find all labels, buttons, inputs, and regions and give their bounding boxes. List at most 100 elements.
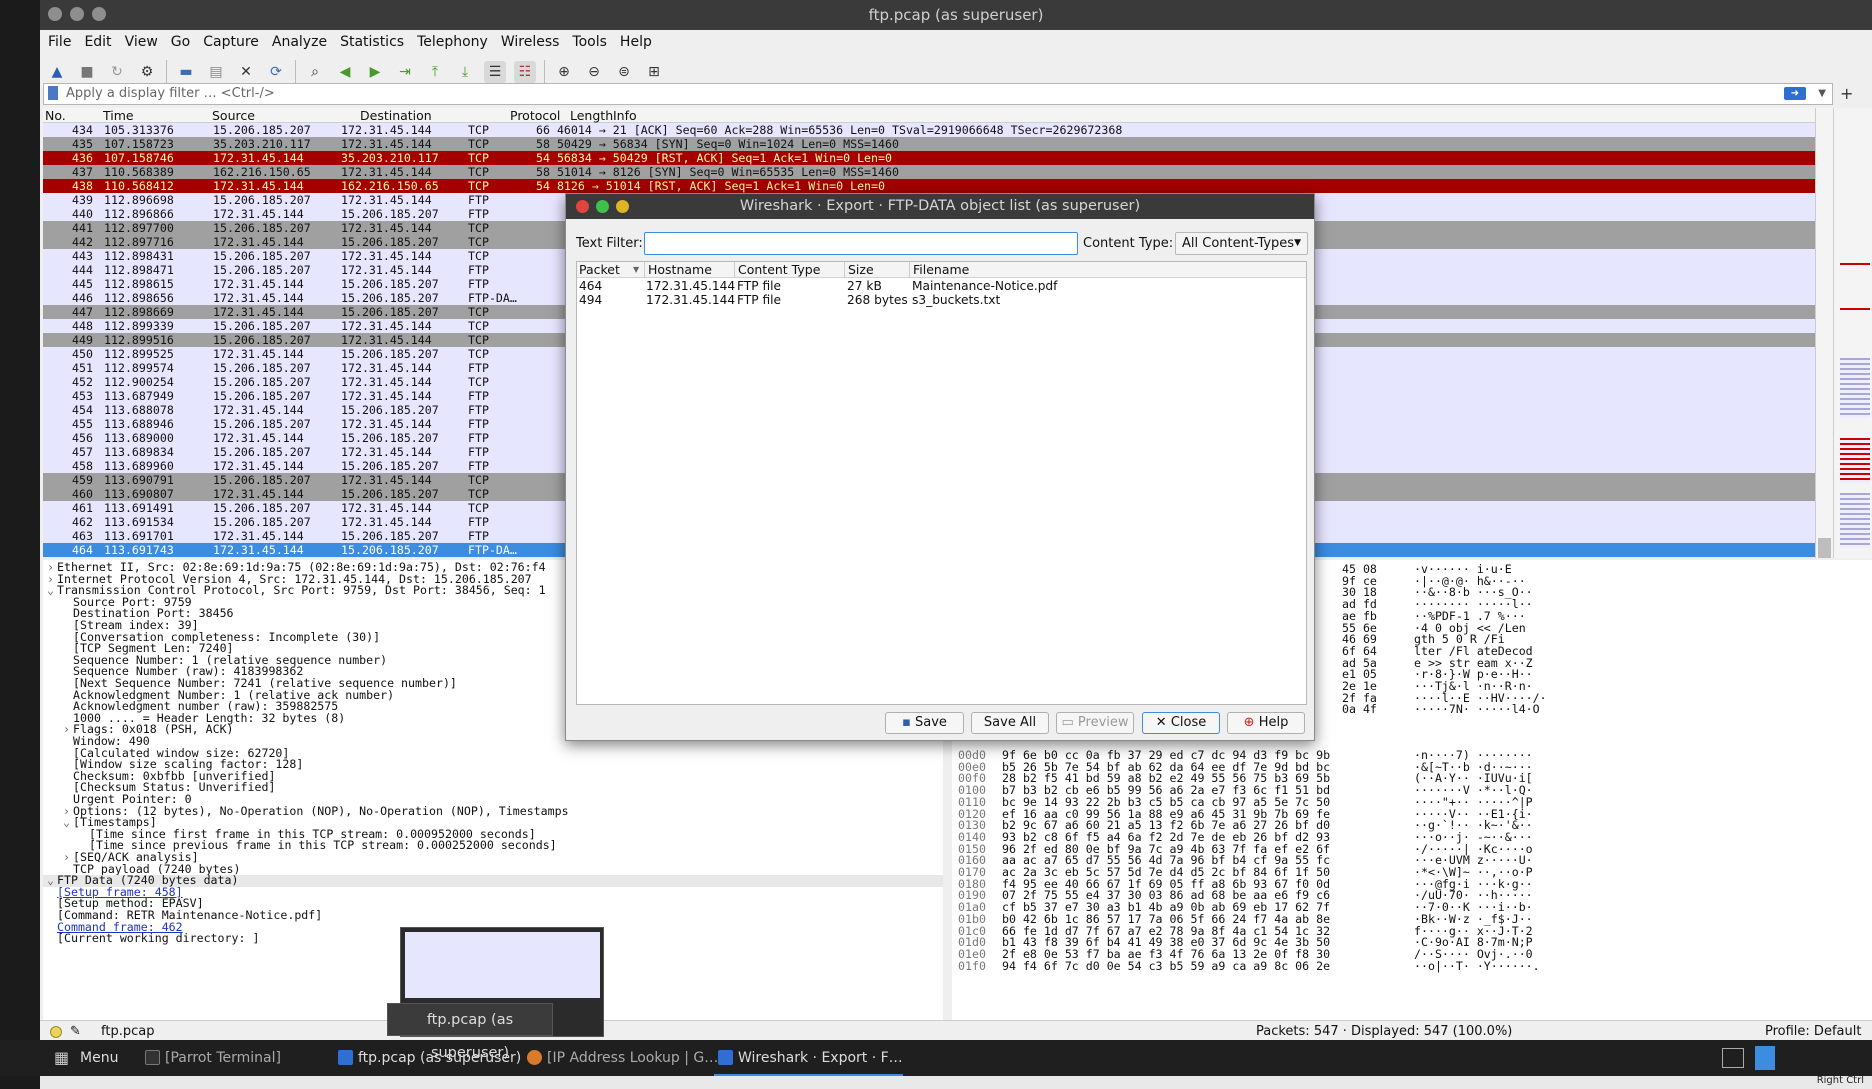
- taskbar-item-export-dialog[interactable]: Wireshark · Export · F…: [714, 1040, 903, 1076]
- object-row[interactable]: 494 172.31.45.144 FTP file 268 bytes s3_buck…: [577, 293, 1306, 307]
- stop-capture-icon[interactable]: ■: [76, 61, 98, 83]
- expand-toggle-icon[interactable]: ›: [63, 724, 70, 736]
- filter-dropdown-icon[interactable]: ▼: [1818, 84, 1826, 104]
- dialog-maximize-dot[interactable]: [596, 200, 609, 213]
- menu-file[interactable]: File: [48, 34, 71, 50]
- minimize-window-button[interactable]: [70, 7, 84, 21]
- menu-help[interactable]: Help: [620, 34, 652, 50]
- menu-view[interactable]: View: [125, 34, 158, 50]
- menu-capture[interactable]: Capture: [203, 34, 259, 50]
- open-file-icon[interactable]: ▬: [175, 61, 197, 83]
- find-packet-icon[interactable]: ⌕: [304, 61, 326, 83]
- save-button[interactable]: ▪ Save: [885, 712, 964, 734]
- go-back-icon[interactable]: ◀: [334, 61, 356, 83]
- go-forward-icon[interactable]: ▶: [364, 61, 386, 83]
- col-filename[interactable]: Filename: [909, 262, 969, 278]
- capture-options-icon[interactable]: ⚙: [136, 61, 158, 83]
- keyboard-tray-icon[interactable]: [1722, 1048, 1744, 1068]
- resize-columns-icon[interactable]: ⊞: [643, 61, 665, 83]
- add-filter-button-icon[interactable]: +: [1840, 84, 1853, 103]
- packet-dst: 172.31.45.144: [341, 515, 432, 529]
- packet-list-scrollbar[interactable]: [1815, 108, 1833, 558]
- packet-row[interactable]: 436 107.158746 172.31.45.144 35.203.210.117…: [43, 151, 1815, 165]
- autoscroll-icon[interactable]: ☰: [484, 61, 506, 83]
- expand-toggle-icon[interactable]: ⌄: [47, 585, 54, 597]
- text-filter-input[interactable]: [644, 232, 1078, 255]
- packet-no: 449: [72, 333, 93, 347]
- packet-no: 436: [72, 151, 93, 165]
- hex-ascii: ··o|··T· ·Y······.: [1414, 958, 1540, 973]
- content-type-select[interactable]: All Content-Types ▼: [1175, 232, 1308, 255]
- col-info[interactable]: Info: [613, 108, 637, 123]
- col-length[interactable]: Length: [570, 108, 613, 123]
- restart-capture-icon[interactable]: ↻: [106, 61, 128, 83]
- packet-dst: 15.206.185.207: [341, 207, 439, 221]
- packet-minimap[interactable]: [1833, 108, 1872, 558]
- close-button[interactable]: ✕ Close: [1142, 712, 1220, 734]
- packet-list-header: No. Time Source Destination Protocol Len…: [43, 108, 1815, 123]
- go-to-packet-icon[interactable]: ⇥: [394, 61, 416, 83]
- preview-content: [405, 932, 600, 998]
- packet-row[interactable]: 438 110.568412 172.31.45.144 162.216.150.65…: [43, 179, 1815, 193]
- packet-row[interactable]: 434 105.313376 15.206.185.207 172.31.45.144…: [43, 123, 1815, 137]
- menu-telephony[interactable]: Telephony: [417, 34, 488, 50]
- zoom-out-icon[interactable]: ⊖: [583, 61, 605, 83]
- taskbar-item-browser[interactable]: [IP Address Lookup | G…: [523, 1040, 718, 1076]
- packet-no: 464: [72, 543, 93, 557]
- menu-tools[interactable]: Tools: [572, 34, 607, 50]
- preview-button[interactable]: ▭ Preview: [1056, 712, 1134, 734]
- first-packet-icon[interactable]: ⤒: [424, 61, 446, 83]
- dialog-close-dot[interactable]: [576, 200, 589, 213]
- menu-analyze[interactable]: Analyze: [272, 34, 327, 50]
- col-size[interactable]: Size: [844, 262, 874, 278]
- menu-go[interactable]: Go: [171, 34, 190, 50]
- workspace-switcher-icon[interactable]: [1755, 1046, 1775, 1070]
- col-hostname[interactable]: Hostname: [644, 262, 712, 278]
- expand-toggle-icon[interactable]: ›: [63, 851, 70, 864]
- col-source[interactable]: Source: [212, 108, 255, 123]
- window-controls: [48, 7, 106, 21]
- save-all-button[interactable]: Save All: [971, 712, 1049, 734]
- object-content-type: FTP file: [737, 293, 782, 307]
- col-packet[interactable]: Packet: [579, 262, 620, 278]
- normal-size-icon[interactable]: ⊜: [613, 61, 635, 83]
- object-row[interactable]: 464 172.31.45.144 FTP file 27 kB Maintenance…: [577, 279, 1306, 293]
- packet-row[interactable]: 437 110.568389 162.216.150.65 172.31.45.144…: [43, 165, 1815, 179]
- apply-filter-arrow-icon[interactable]: ➜: [1784, 87, 1806, 100]
- detail-line[interactable]: › Options: (12 bytes), No-Operation (NOP)…: [43, 805, 943, 818]
- zoom-in-icon[interactable]: ⊕: [553, 61, 575, 83]
- scrollbar-thumb[interactable]: [1818, 538, 1831, 558]
- help-button[interactable]: ⊕ Help: [1227, 712, 1305, 734]
- packet-row[interactable]: 435 107.158723 35.203.210.117 172.31.45.144…: [43, 137, 1815, 151]
- start-menu-button[interactable]: ▦ Menu: [48, 1040, 118, 1076]
- col-time[interactable]: Time: [103, 108, 134, 123]
- packet-dst: 172.31.45.144: [341, 361, 432, 375]
- packet-dst: 172.31.45.144: [341, 249, 432, 263]
- last-packet-icon[interactable]: ⤓: [454, 61, 476, 83]
- close-window-button[interactable]: [48, 7, 62, 21]
- menu-wireless[interactable]: Wireless: [501, 34, 560, 50]
- packet-time: 113.689834: [104, 445, 174, 459]
- hex-line[interactable]: 01f0 94 f4 6f 7c d0 0e 54 c3 b5 59 a9 ca …: [952, 959, 1872, 973]
- col-no[interactable]: No.: [45, 108, 66, 123]
- object-list-header: Packet ▼ Hostname Content Type Size File…: [577, 262, 1306, 278]
- shark-fin-start-icon[interactable]: ▲: [46, 61, 68, 83]
- bookmark-icon[interactable]: [48, 86, 58, 100]
- taskbar-item-terminal[interactable]: [Parrot Terminal]: [141, 1040, 281, 1076]
- col-destination[interactable]: Destination: [360, 108, 432, 123]
- save-file-icon[interactable]: ▤: [205, 61, 227, 83]
- colorize-icon[interactable]: ☷: [514, 61, 536, 83]
- menu-edit[interactable]: Edit: [84, 34, 111, 50]
- col-protocol[interactable]: Protocol: [510, 108, 560, 123]
- maximize-window-button[interactable]: [92, 7, 106, 21]
- display-filter-input[interactable]: Apply a display filter … <Ctrl-/> ➜ ▼: [43, 83, 1833, 105]
- menu-statistics[interactable]: Statistics: [340, 34, 404, 50]
- close-file-icon[interactable]: ✕: [235, 61, 257, 83]
- reload-file-icon[interactable]: ⟳: [265, 61, 287, 83]
- expert-info-icon[interactable]: [50, 1026, 62, 1038]
- packet-proto: TCP: [468, 305, 489, 319]
- expand-toggle-icon[interactable]: ⌄: [47, 875, 54, 887]
- col-content-type[interactable]: Content Type: [734, 262, 820, 278]
- dialog-minimize-dot[interactable]: [616, 200, 629, 213]
- expand-toggle-icon[interactable]: ⌄: [63, 817, 70, 829]
